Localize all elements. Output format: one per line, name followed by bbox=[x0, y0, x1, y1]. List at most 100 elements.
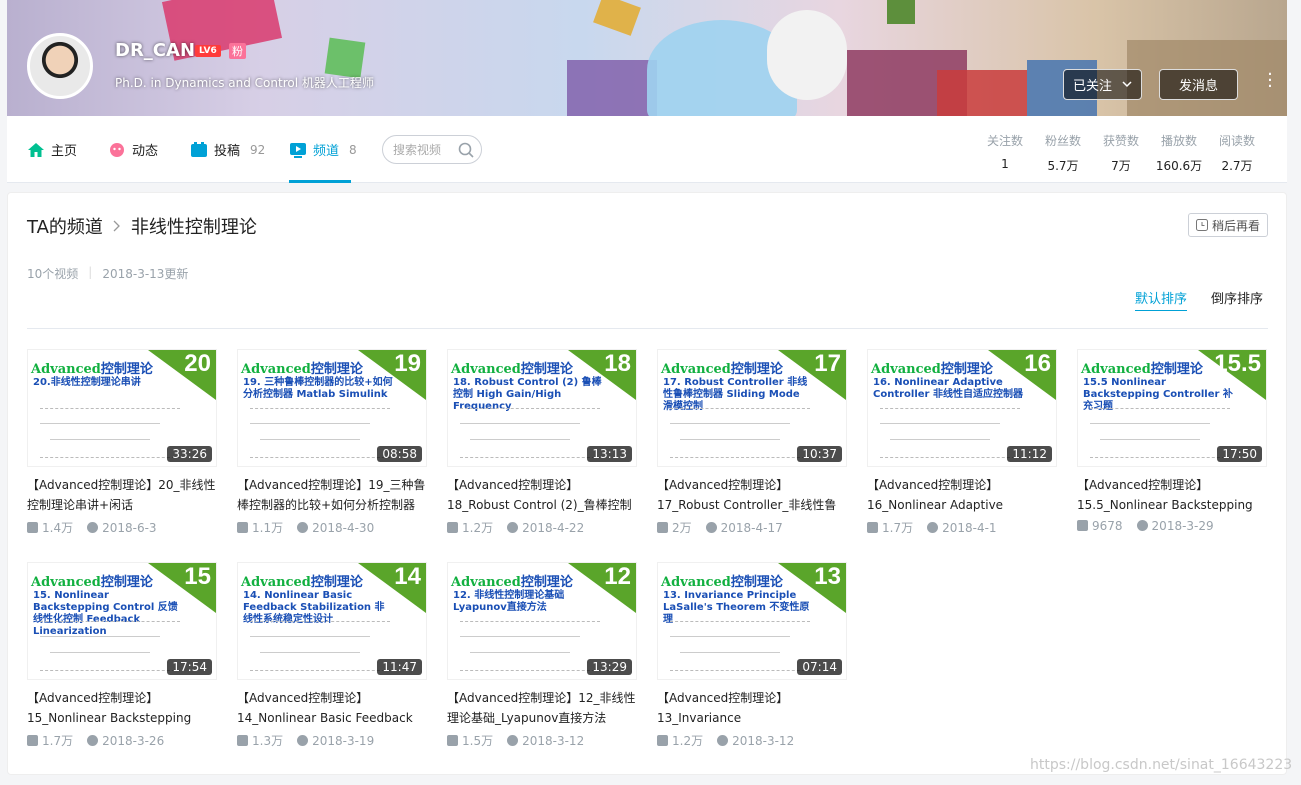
upload-icon bbox=[191, 141, 207, 157]
sort-default[interactable]: 默认排序 bbox=[1135, 288, 1188, 311]
thumb-brand-adv: Advanced bbox=[1081, 362, 1151, 377]
publish-date-value: 2018-4-22 bbox=[522, 520, 585, 535]
video-thumbnail[interactable]: Advanced控制理论 17 17. Robust Controller 非线… bbox=[657, 349, 847, 467]
video-card[interactable]: Advanced控制理论 15 15. Nonlinear Backsteppi… bbox=[27, 562, 217, 748]
publish-date-value: 2018-4-1 bbox=[942, 520, 997, 535]
video-card[interactable]: Advanced控制理论 15.5 15.5 Nonlinear Backste… bbox=[1077, 349, 1267, 535]
video-card[interactable]: Advanced控制理论 16 16. Nonlinear Adaptive C… bbox=[867, 349, 1057, 535]
video-card[interactable]: Advanced控制理论 17 17. Robust Controller 非线… bbox=[657, 349, 847, 535]
play-count-value: 1.2万 bbox=[672, 734, 704, 748]
video-card[interactable]: Advanced控制理论 13 13. Invariance Principle… bbox=[657, 562, 847, 748]
tab-channel[interactable]: 频道 8 bbox=[289, 140, 357, 159]
banner-art bbox=[593, 0, 641, 36]
video-meta: 1.2万 2018-3-12 bbox=[657, 732, 847, 749]
thumb-notes bbox=[670, 408, 810, 458]
watch-later-button[interactable]: 稍后再看 bbox=[1188, 213, 1268, 237]
dynamic-icon bbox=[110, 142, 124, 157]
fan-badge[interactable]: 粉 bbox=[229, 43, 246, 59]
video-thumbnail[interactable]: Advanced控制理论 19 19. 三种鲁棒控制器的比较+如何分析控制器 M… bbox=[237, 349, 427, 467]
play-count: 1.1万 bbox=[237, 519, 283, 536]
tab-dynamic[interactable]: 动态 bbox=[108, 140, 158, 159]
thumb-brand: Advanced控制理论 bbox=[661, 571, 783, 590]
publish-date-value: 2018-6-3 bbox=[102, 520, 157, 535]
thumb-subtitle: 12. 非线性控制理论基础 Lyapunov直接方法 bbox=[453, 590, 565, 613]
video-title[interactable]: 【Advanced控制理论】18_Robust Control (2)_鲁棒控制… bbox=[447, 475, 637, 515]
video-duration: 11:12 bbox=[1007, 446, 1052, 462]
search-icon[interactable] bbox=[451, 142, 481, 158]
video-title[interactable]: 【Advanced控制理论】20_非线性控制理论串讲+闲话 bbox=[27, 475, 217, 515]
video-title[interactable]: 【Advanced控制理论】15_Nonlinear Backstepping bbox=[27, 688, 217, 728]
video-thumbnail[interactable]: Advanced控制理论 14 14. Nonlinear Basic Feed… bbox=[237, 562, 427, 680]
video-thumbnail[interactable]: Advanced控制理论 15.5 15.5 Nonlinear Backste… bbox=[1077, 349, 1267, 467]
tab-channel-label: 频道 bbox=[313, 144, 340, 159]
publish-date: 2018-6-3 bbox=[87, 520, 157, 535]
video-title[interactable]: 【Advanced控制理论】13_Invariance Principle_La… bbox=[657, 688, 847, 728]
video-thumbnail[interactable]: Advanced控制理论 16 16. Nonlinear Adaptive C… bbox=[867, 349, 1057, 467]
video-card[interactable]: Advanced控制理论 14 14. Nonlinear Basic Feed… bbox=[237, 562, 427, 748]
video-card[interactable]: Advanced控制理论 12 12. 非线性控制理论基础 Lyapunov直接… bbox=[447, 562, 637, 748]
video-title[interactable]: 【Advanced控制理论】19_三种鲁棒控制器的比较+如何分析控制器 bbox=[237, 475, 427, 515]
video-card[interactable]: Advanced控制理论 20 20.非线性控制理论串讲 33:26 【Adva… bbox=[27, 349, 217, 535]
clock-icon bbox=[87, 734, 99, 746]
play-count-value: 1.4万 bbox=[42, 521, 74, 535]
publish-date: 2018-3-12 bbox=[717, 734, 794, 748]
video-duration: 17:50 bbox=[1217, 446, 1262, 462]
play-count-value: 1.2万 bbox=[462, 521, 494, 535]
thumb-subtitle: 19. 三种鲁棒控制器的比较+如何分析控制器 Matlab Simulink bbox=[243, 377, 393, 400]
video-title[interactable]: 【Advanced控制理论】14_Nonlinear Basic Feedbac… bbox=[237, 688, 427, 728]
play-count: 2万 bbox=[657, 519, 692, 536]
publish-date-value: 2018-3-26 bbox=[102, 733, 165, 748]
follow-button[interactable]: 已关注 bbox=[1063, 69, 1142, 100]
breadcrumb-root[interactable]: TA的频道 bbox=[27, 213, 103, 239]
video-title[interactable]: 【Advanced控制理论】15.5_Nonlinear Backsteppin… bbox=[1077, 475, 1267, 515]
video-thumbnail[interactable]: Advanced控制理论 12 12. 非线性控制理论基础 Lyapunov直接… bbox=[447, 562, 637, 680]
stat-fans[interactable]: 粉丝数 5.7万 bbox=[1034, 132, 1092, 174]
play-count-value: 1.3万 bbox=[252, 734, 284, 748]
video-thumbnail[interactable]: Advanced控制理论 18 18. Robust Control (2) 鲁… bbox=[447, 349, 637, 467]
video-meta: 1.4万 2018-6-3 bbox=[27, 519, 217, 536]
video-count: 10个视频 bbox=[27, 267, 79, 281]
channel-meta: 10个视频 | 2018-3-13更新 bbox=[27, 265, 188, 282]
play-icon bbox=[237, 735, 248, 746]
video-title[interactable]: 【Advanced控制理论】17_Robust Controller_非线性鲁棒… bbox=[657, 475, 847, 515]
clock-icon bbox=[705, 521, 717, 533]
search-input[interactable]: 搜索视频 bbox=[382, 135, 482, 164]
stat-likes: 获赞数 7万 bbox=[1092, 132, 1150, 174]
publish-date-value: 2018-3-29 bbox=[1151, 519, 1214, 533]
thumb-notes bbox=[880, 408, 1020, 458]
video-meta: 1.3万 2018-3-19 bbox=[237, 732, 427, 749]
thumb-brand: Advanced控制理论 bbox=[1081, 358, 1203, 377]
banner-art bbox=[887, 0, 915, 24]
message-button[interactable]: 发消息 bbox=[1159, 69, 1238, 100]
thumb-brand: Advanced控制理论 bbox=[871, 358, 993, 377]
video-title[interactable]: 【Advanced控制理论】16_Nonlinear Adaptive bbox=[867, 475, 1057, 515]
thumb-brand: Advanced控制理论 bbox=[241, 571, 363, 590]
video-thumbnail[interactable]: Advanced控制理论 13 13. Invariance Principle… bbox=[657, 562, 847, 680]
tab-upload[interactable]: 投稿 92 bbox=[190, 140, 265, 159]
publish-date: 2018-4-1 bbox=[927, 520, 997, 535]
thumb-brand-adv: Advanced bbox=[31, 362, 101, 377]
video-thumbnail[interactable]: Advanced控制理论 15 15. Nonlinear Backsteppi… bbox=[27, 562, 217, 680]
tab-home[interactable]: 主页 bbox=[27, 140, 77, 159]
thumb-brand-kz: 控制理论 bbox=[730, 362, 783, 377]
channel-count: 8 bbox=[349, 142, 357, 157]
video-card[interactable]: Advanced控制理论 18 18. Robust Control (2) 鲁… bbox=[447, 349, 637, 535]
video-title[interactable]: 【Advanced控制理论】12_非线性理论基础_Lyapunov直接方法 bbox=[447, 688, 637, 728]
publish-date: 2018-3-12 bbox=[507, 734, 584, 748]
more-icon[interactable]: · · · bbox=[1266, 66, 1274, 96]
thumb-brand-adv: Advanced bbox=[661, 575, 731, 590]
video-card[interactable]: Advanced控制理论 19 19. 三种鲁棒控制器的比较+如何分析控制器 M… bbox=[237, 349, 427, 535]
publish-date-value: 2018-3-12 bbox=[732, 733, 795, 748]
thumb-brand-kz: 控制理论 bbox=[730, 575, 783, 590]
stat-label: 阅读数 bbox=[1218, 134, 1255, 148]
video-thumbnail[interactable]: Advanced控制理论 20 20.非线性控制理论串讲 33:26 bbox=[27, 349, 217, 467]
video-duration: 13:13 bbox=[587, 446, 632, 462]
play-count-value: 1.5万 bbox=[462, 734, 494, 748]
sort-reverse[interactable]: 倒序排序 bbox=[1211, 288, 1263, 307]
stat-following[interactable]: 关注数 1 bbox=[976, 132, 1034, 174]
stat-label: 粉丝数 bbox=[1044, 134, 1081, 148]
thumb-brand: Advanced控制理论 bbox=[31, 358, 153, 377]
thumb-brand-adv: Advanced bbox=[31, 575, 101, 590]
avatar[interactable] bbox=[27, 33, 93, 99]
video-meta: 1.7万 2018-4-1 bbox=[867, 519, 1057, 536]
